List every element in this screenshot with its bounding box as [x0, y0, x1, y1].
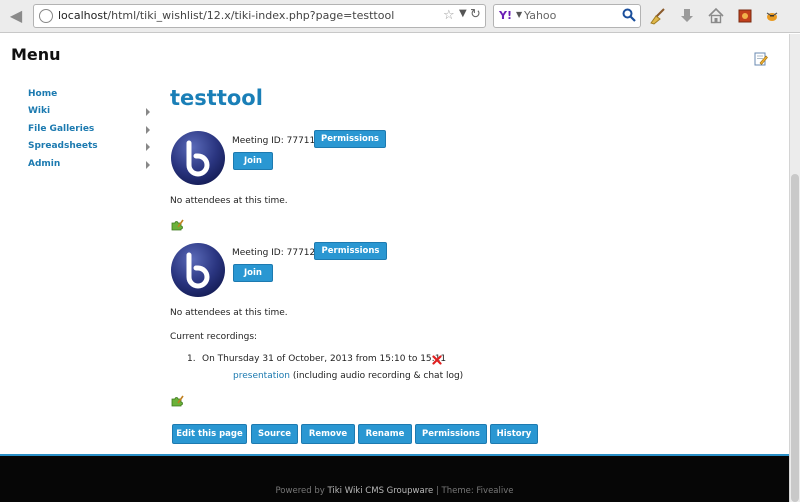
- menu-item-home[interactable]: Home: [28, 86, 150, 103]
- menu-item-label[interactable]: Admin: [28, 159, 60, 169]
- search-input[interactable]: Yahoo: [524, 9, 556, 22]
- meeting-permissions-button[interactable]: Permissions: [314, 242, 387, 260]
- menu-item-admin[interactable]: Admin: [28, 156, 150, 173]
- recording-item: On Thursday 31 of October, 2013 from 15:…: [202, 354, 447, 364]
- yahoo-icon[interactable]: Y!: [499, 9, 512, 22]
- reload-icon[interactable]: ↻: [470, 7, 481, 22]
- plugin-edit-icon[interactable]: [171, 218, 184, 231]
- bookmark-star-icon[interactable]: ☆: [443, 8, 455, 23]
- url-text[interactable]: localhost/html/tiki_wishlist/12.x/tiki-i…: [58, 9, 394, 22]
- menu-item-spreadsheets[interactable]: Spreadsheets: [28, 138, 150, 155]
- footer-text: Powered by Tiki Wiki CMS Groupware | The…: [275, 486, 514, 496]
- url-dropdown-icon[interactable]: ▼: [459, 8, 467, 19]
- recordings-heading: Current recordings:: [170, 332, 258, 342]
- url-bar[interactable]: localhost/html/tiki_wishlist/12.x/tiki-i…: [33, 4, 486, 28]
- attendees-status: No attendees at this time.: [170, 308, 288, 318]
- rename-button[interactable]: Rename: [358, 424, 412, 444]
- history-button[interactable]: History: [490, 424, 538, 444]
- theme-name: Fivealive: [476, 486, 514, 496]
- menu-item-label[interactable]: File Galleries: [28, 124, 94, 134]
- presentation-link[interactable]: presentation: [233, 371, 290, 381]
- page-permissions-button[interactable]: Permissions: [415, 424, 487, 444]
- back-arrow-icon[interactable]: ◀: [4, 5, 28, 27]
- join-button[interactable]: Join: [233, 264, 273, 282]
- menu-item-file-galleries[interactable]: File Galleries: [28, 121, 150, 138]
- menu-item-label[interactable]: Home: [28, 89, 57, 99]
- recording-number: 1.: [187, 354, 196, 364]
- menu-item-label[interactable]: Wiki: [28, 106, 50, 116]
- search-icon[interactable]: [622, 8, 636, 22]
- globe-icon: [39, 9, 53, 23]
- submenu-arrow-icon: [146, 125, 150, 134]
- sidebar-menu: Home Wiki File Galleries Spreadsheets Ad…: [28, 86, 150, 173]
- meeting-id: Meeting ID: 77711: [232, 136, 316, 146]
- addon-icon[interactable]: [735, 6, 755, 26]
- bigbluebutton-logo-icon: [171, 131, 225, 185]
- meeting-permissions-button[interactable]: Permissions: [314, 130, 386, 148]
- vertical-scrollbar[interactable]: [789, 34, 800, 502]
- menu-item-label[interactable]: Spreadsheets: [28, 141, 98, 151]
- submenu-arrow-icon: [146, 160, 150, 169]
- submenu-arrow-icon: [146, 108, 150, 117]
- recording-link-note: (including audio recording & chat log): [292, 371, 464, 381]
- attendees-status: No attendees at this time.: [170, 196, 288, 206]
- plugin-edit-icon[interactable]: [171, 394, 184, 407]
- menu-title: Menu: [11, 45, 61, 64]
- tiki-link[interactable]: Tiki Wiki CMS Groupware: [327, 486, 433, 496]
- browser-toolbar: ◀ localhost/html/tiki_wishlist/12.x/tiki…: [0, 0, 800, 33]
- page-title: testtool: [170, 86, 263, 110]
- download-icon[interactable]: [677, 6, 697, 26]
- engine-dropdown-icon[interactable]: ▼: [516, 10, 522, 19]
- remove-button[interactable]: Remove: [301, 424, 355, 444]
- search-bar[interactable]: Y! ▼ Yahoo: [493, 4, 641, 28]
- submenu-arrow-icon: [146, 143, 150, 152]
- footer: Powered by Tiki Wiki CMS Groupware | The…: [0, 454, 789, 502]
- delete-recording-icon[interactable]: [432, 355, 442, 365]
- bigbluebutton-logo-icon: [171, 243, 225, 297]
- recording-link-line: presentation (including audio recording …: [233, 371, 463, 381]
- join-button[interactable]: Join: [233, 152, 273, 170]
- scroll-thumb[interactable]: [791, 174, 799, 502]
- page-content: Menu Home Wiki File Galleries Spreadshee…: [0, 34, 789, 454]
- menu-item-wiki[interactable]: Wiki: [28, 103, 150, 120]
- broom-icon[interactable]: [648, 6, 668, 26]
- meeting-id: Meeting ID: 77712: [232, 248, 316, 258]
- source-button[interactable]: Source: [251, 424, 298, 444]
- edit-page-icon[interactable]: [754, 52, 768, 66]
- home-icon[interactable]: [706, 6, 726, 26]
- firebug-icon[interactable]: [762, 6, 782, 26]
- edit-page-button[interactable]: Edit this page: [172, 424, 247, 444]
